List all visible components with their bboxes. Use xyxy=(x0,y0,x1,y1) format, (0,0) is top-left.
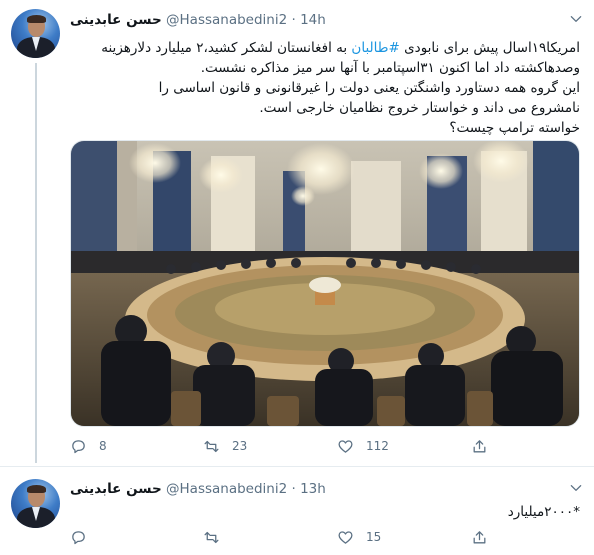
reply-count: 8 xyxy=(99,439,107,453)
like-icon xyxy=(338,439,353,453)
share-button[interactable] xyxy=(471,527,500,547)
share-icon xyxy=(473,439,486,452)
tweet-header: حسن عابدینی @Hassanabedini2 · 13h xyxy=(70,479,560,499)
retweet-count: 23 xyxy=(232,439,248,453)
share-button[interactable] xyxy=(471,436,500,456)
tweet-line-2: وصدهاکشته داد اما اکنون ۳۱اسپتامبر با آن… xyxy=(200,60,580,76)
avatar[interactable] xyxy=(11,9,60,58)
tweet-text: امریکا۱۹اسال پیش برای نابودی #طالبان به … xyxy=(70,38,580,138)
share-icon xyxy=(473,530,486,543)
tweet-text: *۲۰۰۰میلیارد xyxy=(70,502,580,522)
tweet-line-5: خواسته ترامپ چیست؟ xyxy=(449,120,580,136)
separator-dot: · xyxy=(291,12,296,28)
tweet-line-4: نامشروع می داند و خواستار خروج نظامیان خ… xyxy=(259,100,580,116)
reply-icon xyxy=(72,439,85,453)
tweet-time[interactable]: 13h xyxy=(300,481,326,497)
like-button[interactable]: 112 xyxy=(337,436,389,456)
chevron-down-icon[interactable] xyxy=(569,12,583,26)
reply-button[interactable]: 8 xyxy=(70,436,107,456)
tweet[interactable]: حسن عابدینی @Hassanabedini2 · 13h *۲۰۰۰م… xyxy=(0,466,594,555)
author-handle[interactable]: @Hassanabedini2 xyxy=(166,12,287,28)
like-icon xyxy=(338,530,353,544)
conference-room-photo xyxy=(71,141,579,426)
retweet-icon xyxy=(204,440,219,452)
separator-dot: · xyxy=(291,481,296,497)
tweet-header: حسن عابدینی @Hassanabedini2 · 14h xyxy=(70,10,560,30)
author-name[interactable]: حسن عابدینی xyxy=(70,12,162,28)
tweet-line-1: *۲۰۰۰میلیارد xyxy=(507,504,580,520)
like-button[interactable]: 15 xyxy=(337,527,381,547)
retweet-icon xyxy=(204,531,219,543)
author-handle[interactable]: @Hassanabedini2 xyxy=(166,481,287,497)
tweet-line-1: امریکا۱۹اسال پیش برای نابودی #طالبان به … xyxy=(101,40,580,56)
tweet[interactable]: حسن عابدینی @Hassanabedini2 · 14h امریکا… xyxy=(0,0,594,466)
reply-button[interactable] xyxy=(70,527,99,547)
hashtag-link[interactable]: #طالبان xyxy=(351,40,399,56)
tweet-time[interactable]: 14h xyxy=(300,12,326,28)
tweet-line-3: این گروه همه دستاورد واشنگتن یعنی دولت ر… xyxy=(158,80,580,96)
thread-connector xyxy=(35,63,37,463)
tweet-actions: 15 xyxy=(70,527,560,547)
author-name[interactable]: حسن عابدینی xyxy=(70,481,162,497)
chevron-down-icon[interactable] xyxy=(569,481,583,495)
avatar[interactable] xyxy=(11,479,60,528)
like-count: 15 xyxy=(366,530,382,544)
like-count: 112 xyxy=(366,439,389,453)
retweet-button[interactable]: 23 xyxy=(203,436,247,456)
tweet-actions: 8 23 112 xyxy=(70,436,560,456)
retweet-button[interactable] xyxy=(203,527,232,547)
tweet-photo[interactable] xyxy=(70,140,580,427)
reply-icon xyxy=(72,530,85,544)
